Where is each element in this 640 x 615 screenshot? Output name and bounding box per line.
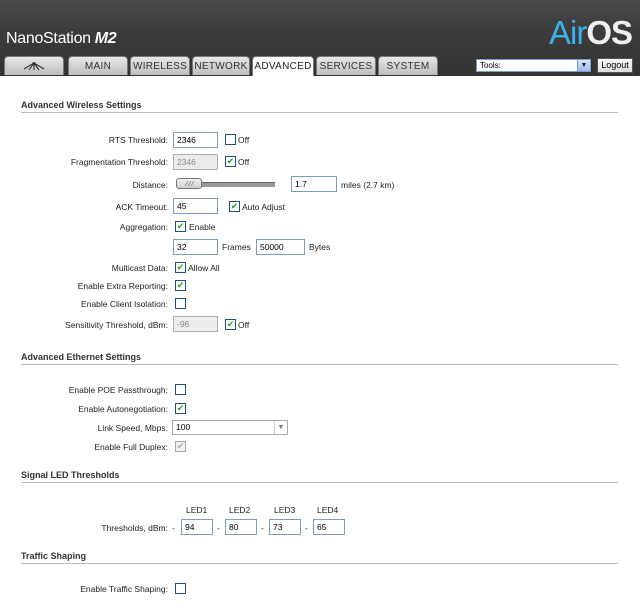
frames-label: Frames: [222, 242, 251, 252]
rts-off-label: Off: [238, 135, 250, 145]
fragmentation-off-label: Off: [238, 157, 250, 167]
distance-label: Distance:: [132, 180, 168, 190]
ubnt-logo-icon: [23, 62, 45, 71]
ack-auto-adjust-label: Auto Adjust: [242, 202, 286, 212]
autonegotiation-checkbox[interactable]: ✔: [175, 403, 186, 414]
slider-grip-icon: [184, 180, 195, 187]
led2-header: LED2: [229, 505, 251, 515]
section-divider: [21, 364, 618, 365]
led-separator: -: [217, 523, 220, 533]
chevron-down-icon[interactable]: ▼: [577, 60, 590, 71]
led-separator: -: [305, 523, 308, 533]
logo-os: OS: [586, 14, 633, 51]
tab-system[interactable]: SYSTEM: [378, 56, 438, 75]
ack-timeout-input[interactable]: 45: [173, 198, 218, 214]
section-title-led: Signal LED Thresholds: [21, 470, 120, 480]
multicast-data-label: Multicast Data:: [111, 263, 168, 273]
sensitivity-off-checkbox[interactable]: ✔: [225, 319, 236, 330]
rts-off-checkbox[interactable]: [225, 134, 236, 145]
led4-header: LED4: [317, 505, 339, 515]
sensitivity-threshold-label: Sensitivity Threshold, dBm:: [65, 320, 168, 330]
led3-header: LED3: [274, 505, 296, 515]
distance-slider-handle[interactable]: [176, 178, 202, 189]
led1-threshold-input[interactable]: 94: [181, 519, 213, 535]
extra-reporting-checkbox[interactable]: ✔: [175, 280, 186, 291]
tab-ubnt-logo[interactable]: [4, 56, 64, 75]
full-duplex-label: Enable Full Duplex:: [94, 442, 168, 452]
link-speed-value: 100: [176, 422, 191, 432]
led-separator: -: [172, 523, 175, 533]
aggregation-enable-checkbox[interactable]: ✔: [175, 221, 186, 232]
link-speed-label: Link Speed, Mbps:: [97, 423, 168, 433]
poe-passthrough-checkbox[interactable]: [175, 384, 186, 395]
rts-threshold-input[interactable]: 2346: [173, 132, 218, 148]
logout-button[interactable]: Logout: [597, 58, 633, 73]
aggregation-enable-label: Enable: [189, 222, 216, 232]
section-divider: [21, 112, 618, 113]
chevron-down-icon[interactable]: ▼: [274, 421, 287, 434]
traffic-shaping-checkbox[interactable]: [175, 583, 186, 594]
aggregation-bytes-input[interactable]: 50000: [256, 239, 305, 255]
aggregation-frames-input[interactable]: 32: [173, 239, 218, 255]
ack-timeout-label: ACK Timeout:: [115, 202, 168, 212]
rts-threshold-label: RTS Threshold:: [108, 135, 168, 145]
section-divider: [21, 563, 618, 564]
link-speed-select[interactable]: 100 ▼: [172, 420, 288, 435]
tab-services[interactable]: SERVICES: [316, 56, 376, 75]
sensitivity-threshold-input[interactable]: -96: [173, 316, 218, 332]
full-duplex-checkbox[interactable]: ✔: [175, 441, 186, 452]
aggregation-label: Aggregation:: [119, 222, 168, 232]
brand-model: M2: [94, 30, 117, 47]
led-separator: -: [261, 523, 264, 533]
section-title-traffic: Traffic Shaping: [21, 551, 87, 561]
header-bar: NanoStation M2 AirOS MAIN WIRELESS NETWOR…: [0, 0, 640, 76]
tab-main[interactable]: MAIN: [68, 56, 128, 75]
led4-threshold-input[interactable]: 65: [313, 519, 345, 535]
logo-air: Air: [549, 14, 587, 51]
client-isolation-checkbox[interactable]: [175, 298, 186, 309]
fragmentation-threshold-label: Fragmentation Threshold:: [70, 157, 168, 167]
section-divider: [21, 482, 618, 483]
fragmentation-threshold-input[interactable]: 2346: [173, 154, 218, 170]
section-title-wireless: Advanced Wireless Settings: [21, 100, 142, 110]
ack-auto-adjust-checkbox[interactable]: ✔: [229, 201, 240, 212]
client-isolation-label: Enable Client Isolation:: [81, 299, 168, 309]
led1-header: LED1: [186, 505, 208, 515]
section-title-ethernet: Advanced Ethernet Settings: [21, 352, 142, 362]
tools-select[interactable]: Tools: ▼: [476, 59, 591, 72]
traffic-shaping-label: Enable Traffic Shaping:: [80, 584, 168, 594]
airos-logo: AirOS: [549, 14, 633, 52]
tab-network[interactable]: NETWORK: [192, 56, 250, 75]
extra-reporting-label: Enable Extra Reporting:: [77, 281, 168, 291]
brand-name: NanoStation: [6, 30, 91, 47]
fragmentation-off-checkbox[interactable]: ✔: [225, 156, 236, 167]
poe-passthrough-label: Enable POE Passthrough:: [68, 385, 168, 395]
sensitivity-off-label: Off: [238, 320, 250, 330]
multicast-allow-all-label: Allow All: [188, 263, 220, 273]
distance-input[interactable]: 1.7: [291, 176, 337, 192]
device-brand: NanoStation M2: [6, 30, 117, 48]
tab-advanced[interactable]: ADVANCED: [252, 56, 314, 76]
led3-threshold-input[interactable]: 73: [269, 519, 301, 535]
thresholds-label: Thresholds, dBm:: [101, 523, 168, 533]
led2-threshold-input[interactable]: 80: [225, 519, 257, 535]
distance-unit: miles (2.7 km): [341, 180, 395, 190]
autonegotiation-label: Enable Autonegotiation:: [78, 404, 168, 414]
bytes-label: Bytes: [309, 242, 331, 252]
tools-select-value: Tools:: [480, 61, 501, 70]
multicast-allow-all-checkbox[interactable]: ✔: [175, 262, 186, 273]
tab-wireless[interactable]: WIRELESS: [130, 56, 190, 75]
